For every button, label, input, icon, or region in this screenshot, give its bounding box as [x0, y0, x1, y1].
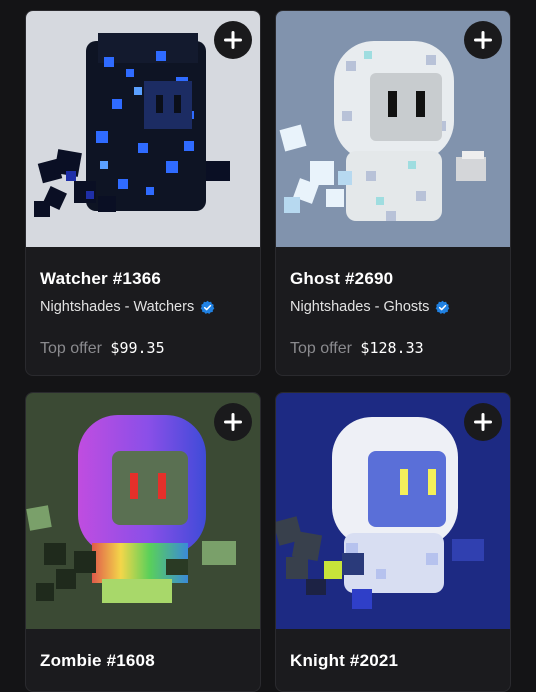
- nft-title[interactable]: Ghost #2690: [290, 269, 498, 289]
- nft-card-watcher[interactable]: Watcher #1366 Nightshades - Watchers Top…: [25, 10, 261, 376]
- card-info: Watcher #1366 Nightshades - Watchers Top…: [40, 247, 248, 358]
- collection-name[interactable]: Nightshades - Watchers: [40, 299, 248, 315]
- nft-card-zombie[interactable]: Zombie #1608: [25, 392, 261, 692]
- collection-label: Nightshades - Ghosts: [290, 299, 430, 315]
- nft-grid: Watcher #1366 Nightshades - Watchers Top…: [0, 0, 536, 692]
- plus-icon: [224, 413, 242, 431]
- verified-badge-icon: [200, 300, 215, 314]
- nft-title[interactable]: Knight #2021: [290, 651, 498, 671]
- add-to-cart-button[interactable]: [214, 21, 252, 59]
- collection-label: Nightshades - Watchers: [40, 299, 195, 315]
- nft-title[interactable]: Zombie #1608: [40, 651, 248, 671]
- offer-value: $99.35: [110, 339, 165, 357]
- nft-title[interactable]: Watcher #1366: [40, 269, 248, 289]
- nft-card-ghost[interactable]: Ghost #2690 Nightshades - Ghosts Top off…: [275, 10, 511, 376]
- nft-image[interactable]: [276, 11, 510, 247]
- verified-badge-icon: [436, 300, 450, 314]
- nft-image[interactable]: [276, 393, 510, 629]
- add-to-cart-button[interactable]: [214, 403, 252, 441]
- card-info: Zombie #1608: [40, 629, 248, 671]
- add-to-cart-button[interactable]: [464, 21, 502, 59]
- top-offer: Top offer $128.33: [290, 339, 498, 358]
- plus-icon: [474, 413, 492, 431]
- card-info: Knight #2021: [290, 629, 498, 671]
- offer-label: Top offer: [290, 340, 352, 357]
- plus-icon: [224, 31, 242, 49]
- collection-name[interactable]: Nightshades - Ghosts: [290, 299, 498, 315]
- offer-label: Top offer: [40, 340, 102, 357]
- nft-image[interactable]: [26, 11, 260, 247]
- nft-card-knight[interactable]: Knight #2021: [275, 392, 511, 692]
- card-info: Ghost #2690 Nightshades - Ghosts Top off…: [290, 247, 498, 358]
- nft-image[interactable]: [26, 393, 260, 629]
- plus-icon: [474, 31, 492, 49]
- offer-value: $128.33: [360, 339, 424, 357]
- add-to-cart-button[interactable]: [464, 403, 502, 441]
- top-offer: Top offer $99.35: [40, 339, 248, 358]
